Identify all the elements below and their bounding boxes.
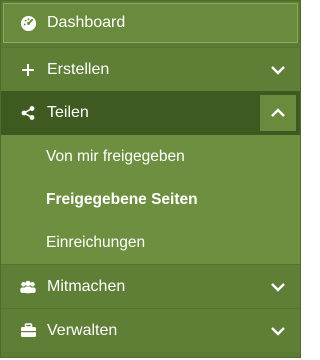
menu-item-dashboard[interactable]: Dashboard bbox=[3, 3, 298, 43]
teilen-submenu: Von mir freigegeben Freigegebene Seiten … bbox=[1, 135, 300, 264]
plus-icon bbox=[19, 63, 37, 77]
menu-item-verwalten[interactable]: Verwalten bbox=[1, 308, 300, 352]
menu-item-label: Verwalten bbox=[47, 321, 118, 339]
sidebar-menu: Dashboard Erstellen Teilen Von mir freig… bbox=[0, 0, 301, 358]
briefcase-icon bbox=[19, 323, 37, 338]
menu-item-label: Mitmachen bbox=[47, 277, 126, 295]
chevron-down-icon[interactable] bbox=[260, 269, 296, 305]
submenu-item-einreichungen[interactable]: Einreichungen bbox=[1, 221, 300, 264]
submenu-item-von-mir-freigegeben[interactable]: Von mir freigegeben bbox=[1, 135, 300, 178]
menu-item-label: Erstellen bbox=[47, 60, 110, 78]
dashboard-gauge-icon bbox=[19, 15, 37, 32]
share-icon bbox=[19, 105, 37, 121]
menu-item-erstellen[interactable]: Erstellen bbox=[1, 47, 300, 91]
menu-item-teilen[interactable]: Teilen bbox=[1, 91, 300, 135]
chevron-down-icon[interactable] bbox=[260, 313, 296, 349]
menu-item-label: Teilen bbox=[47, 104, 89, 121]
users-icon bbox=[19, 280, 37, 294]
menu-item-label: Dashboard bbox=[47, 14, 126, 31]
submenu-item-freigegebene-seiten[interactable]: Freigegebene Seiten bbox=[1, 178, 300, 221]
menu-item-mitmachen[interactable]: Mitmachen bbox=[1, 264, 300, 308]
chevron-up-icon[interactable] bbox=[260, 95, 296, 131]
chevron-down-icon[interactable] bbox=[260, 52, 296, 88]
